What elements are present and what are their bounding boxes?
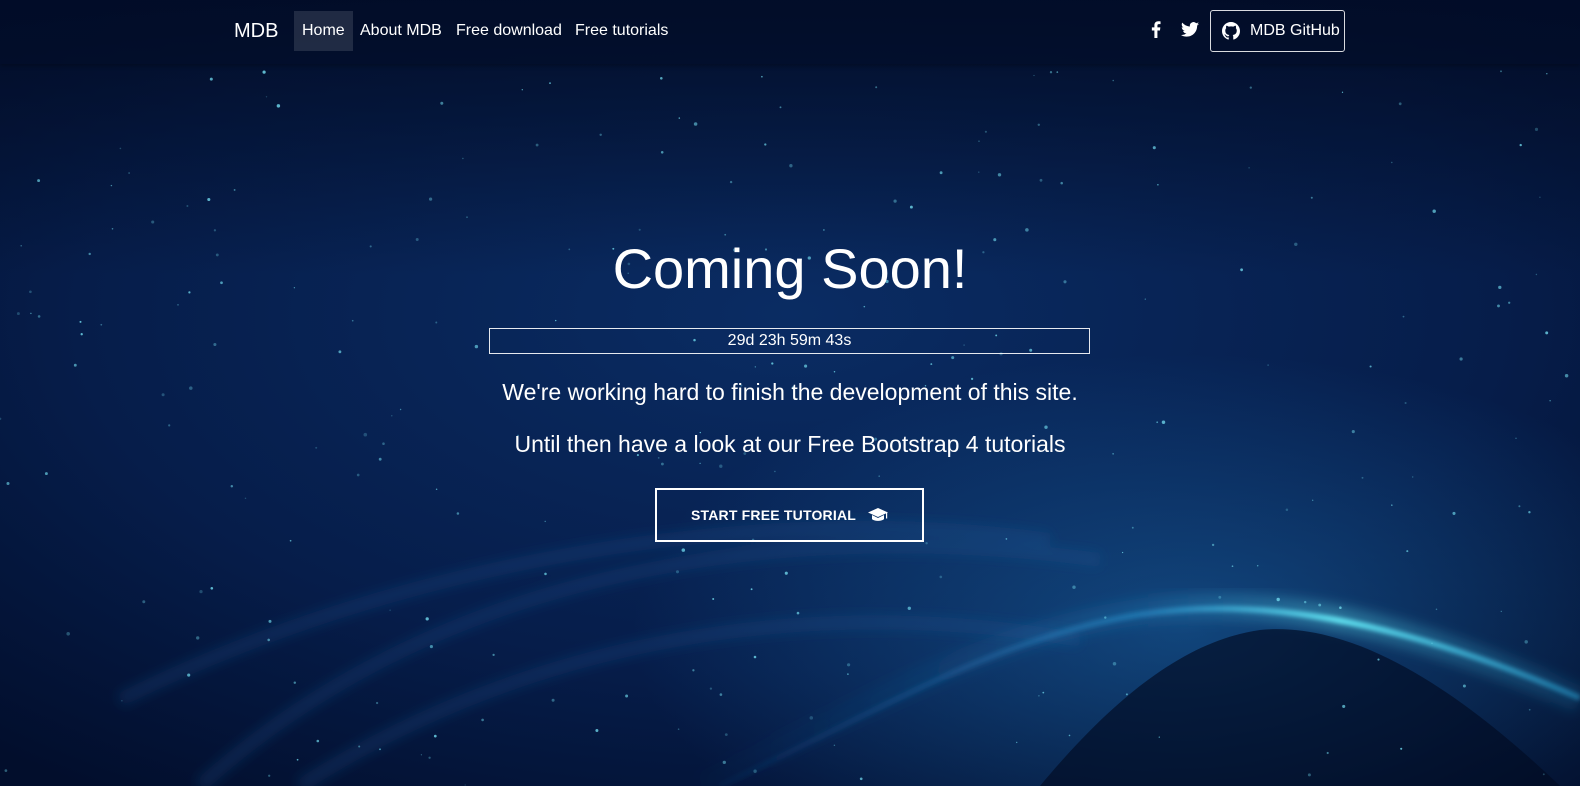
graduation-cap-icon [868, 507, 889, 523]
hero-subtitle-line1: We're working hard to finish the develop… [502, 379, 1078, 405]
facebook-link[interactable] [1144, 17, 1168, 41]
start-free-tutorial-button[interactable]: START FREE TUTORIAL [655, 488, 924, 542]
nav-link-free-tutorials[interactable]: Free tutorials [567, 11, 676, 51]
countdown-timer: 29d 23h 59m 43s [489, 328, 1090, 354]
twitter-link[interactable] [1178, 17, 1202, 41]
github-button-label: MDB GitHub [1250, 22, 1340, 39]
brand-logo[interactable]: MDB [234, 19, 278, 43]
github-icon [1222, 22, 1240, 40]
cta-label: START FREE TUTORIAL [690, 507, 857, 523]
page-title: Coming Soon! [612, 237, 968, 300]
facebook-icon [1151, 20, 1161, 38]
twitter-icon [1181, 21, 1199, 37]
top-navbar: MDB Home About MDB Free download Free tu… [0, 0, 1580, 64]
hero-subtitle-line2: Until then have a look at our Free Boots… [514, 431, 1066, 457]
nav-link-free-download[interactable]: Free download [448, 11, 570, 51]
nav-link-home[interactable]: Home [294, 11, 353, 51]
nav-link-about-mdb[interactable]: About MDB [352, 11, 450, 51]
github-button[interactable]: MDB GitHub [1210, 10, 1345, 52]
